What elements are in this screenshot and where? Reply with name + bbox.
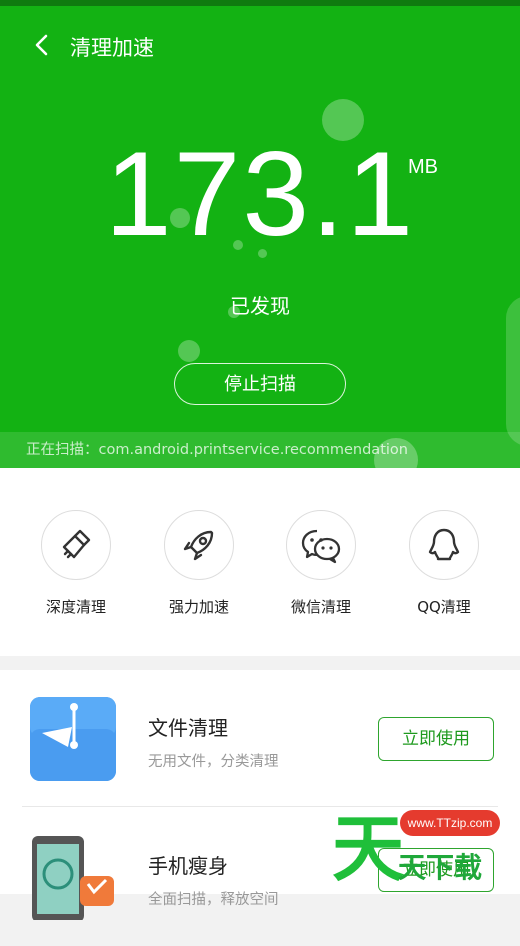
site-watermark: 天 www.TTzip.com 天下载 [330, 800, 520, 894]
scan-header: 清理加速 173.1 MB 已发现 停止扫描 正在扫描：com.android.… [0, 6, 520, 468]
tool-icon-circle [409, 510, 479, 580]
file-folder-graphic [30, 697, 116, 781]
tool-icon-circle [286, 510, 356, 580]
tool-qq-clean[interactable]: QQ清理 [384, 510, 504, 617]
broom-icon [62, 529, 91, 559]
tool-label: 微信清理 [290, 598, 351, 616]
tool-boost[interactable]: 强力加速 [139, 510, 259, 617]
quick-tools: 深度清理 强力加速 微信清理 QQ清理 [0, 468, 520, 656]
tool-label: 强力加速 [168, 598, 229, 616]
watermark-url: www.TTzip.com [407, 816, 493, 830]
chevron-left-icon [35, 34, 48, 56]
tool-label: 深度清理 [45, 598, 106, 616]
watermark-text: 天下载 [398, 851, 483, 884]
found-amount-unit: MB [408, 156, 438, 178]
found-amount: 173.1 [0, 134, 520, 254]
qq-penguin-icon [428, 528, 460, 561]
stop-scan-button[interactable]: 停止扫描 [174, 363, 346, 405]
phone-slim-graphic [32, 836, 114, 922]
item-description: 无用文件，分类清理 [148, 754, 279, 770]
rocket-icon [183, 530, 214, 561]
item-title: 手机瘦身 [148, 854, 228, 878]
phone-slim-icon [30, 836, 116, 922]
found-label: 已发现 [230, 294, 290, 318]
svg-text:天: 天 [332, 807, 404, 891]
item-title: 文件清理 [148, 716, 228, 740]
tool-label: QQ清理 [417, 598, 471, 616]
bubble-decoration [178, 340, 200, 362]
scanning-status: 正在扫描：com.android.printservice.recommenda… [0, 432, 520, 468]
tool-wechat-clean[interactable]: 微信清理 [261, 510, 381, 617]
page-title: 清理加速 [70, 36, 154, 60]
use-now-button[interactable]: 立即使用 [378, 717, 494, 761]
found-amount-value: 173.1 [104, 127, 416, 261]
file-folder-icon [30, 697, 116, 781]
list-item[interactable]: 文件清理 无用文件，分类清理 立即使用 [0, 670, 520, 808]
back-button[interactable] [28, 30, 58, 60]
tool-icon-circle [164, 510, 234, 580]
tool-icon-circle [41, 510, 111, 580]
wechat-icon [301, 529, 341, 564]
tool-deep-clean[interactable]: 深度清理 [16, 510, 136, 617]
item-description: 全面扫描，释放空间 [148, 892, 279, 908]
